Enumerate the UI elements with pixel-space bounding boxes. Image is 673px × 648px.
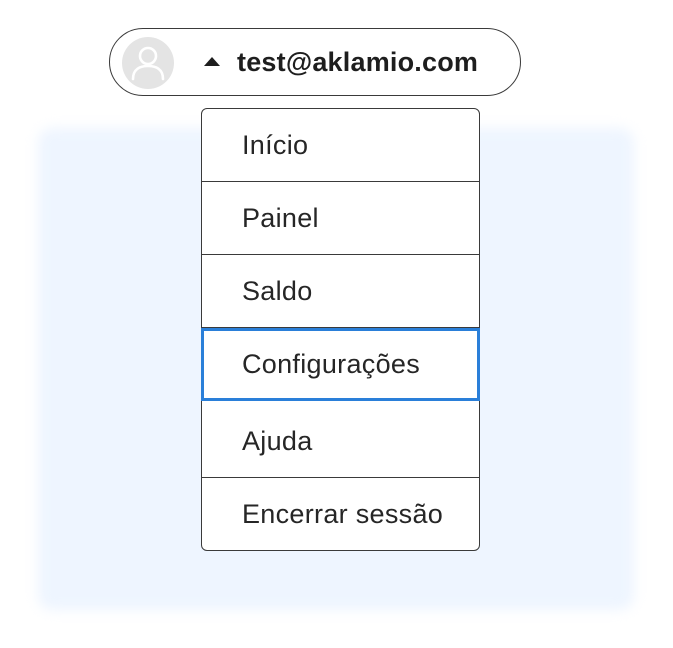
menu-item-encerrar-sessao[interactable]: Encerrar sessão [201, 478, 480, 551]
menu-item-label: Painel [242, 203, 319, 233]
menu-item-ajuda[interactable]: Ajuda [201, 405, 480, 478]
menu-item-label: Configurações [242, 349, 421, 379]
menu-item-label: Saldo [242, 276, 313, 306]
menu-item-label: Ajuda [242, 426, 313, 456]
page: test@aklamio.com Início Painel Saldo Con… [0, 0, 673, 648]
menu-item-label: Encerrar sessão [242, 499, 444, 529]
menu-item-configuracoes[interactable]: Configurações [201, 328, 480, 401]
user-avatar-icon [122, 37, 174, 89]
account-menu-toggle[interactable]: test@aklamio.com [109, 28, 521, 96]
menu-item-inicio[interactable]: Início [201, 109, 480, 182]
caret-up-icon [204, 57, 220, 66]
menu-item-saldo[interactable]: Saldo [201, 255, 480, 328]
account-dropdown-menu: Início Painel Saldo Configurações Ajuda … [201, 108, 480, 551]
menu-item-label: Início [242, 130, 309, 160]
menu-item-painel[interactable]: Painel [201, 182, 480, 255]
account-email: test@aklamio.com [237, 47, 479, 77]
